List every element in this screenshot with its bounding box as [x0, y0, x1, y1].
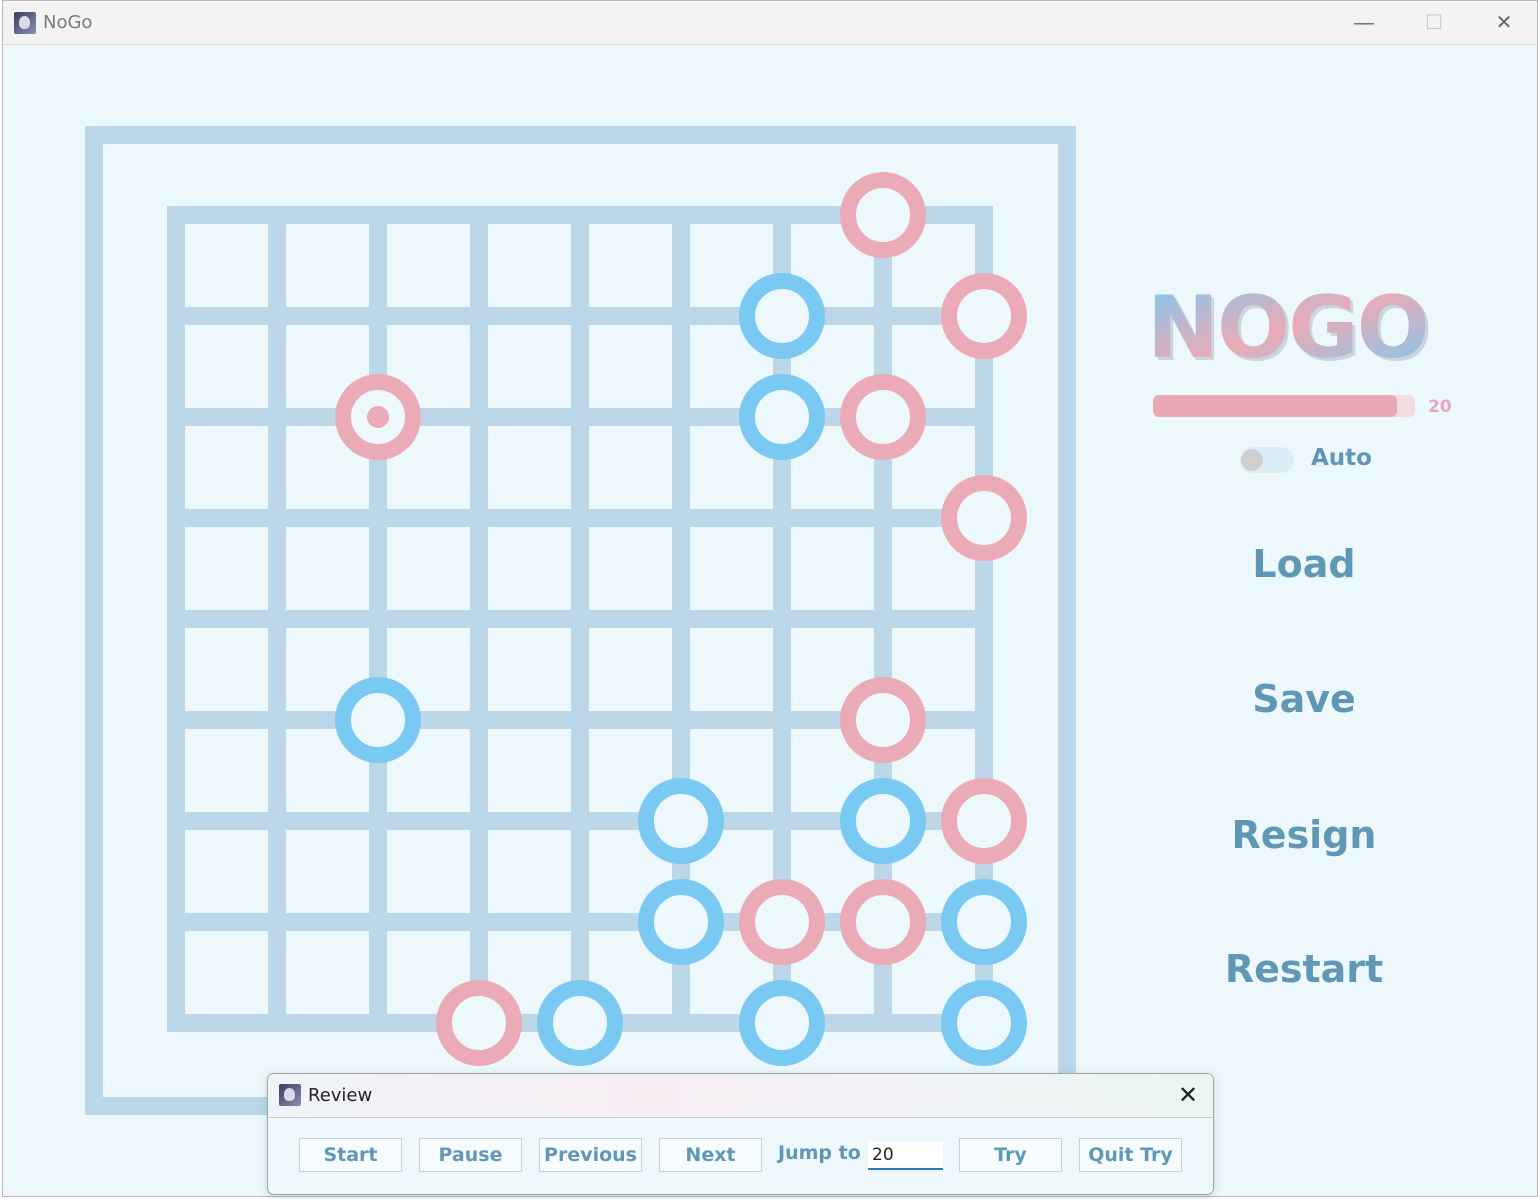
main-area: NOGO NOGO 20 Auto Load Save Resign Resta…: [3, 45, 1537, 1197]
pink-stone: [840, 879, 926, 965]
go-board[interactable]: [3, 45, 1103, 1145]
auto-toggle[interactable]: [1240, 447, 1294, 473]
restart-button[interactable]: Restart: [1183, 939, 1425, 999]
blue-stone: [840, 778, 926, 864]
pink-stone: [840, 374, 926, 460]
close-icon[interactable]: ✕: [1163, 1074, 1213, 1118]
review-dialog-title: Review: [308, 1085, 373, 1106]
review-dialog: Review ✕ Start Pause Previous Next Jump …: [267, 1073, 1214, 1195]
blue-stone: [638, 879, 724, 965]
try-button[interactable]: Try: [959, 1138, 1062, 1172]
app-window: NoGo — ☐ ✕ NOGO NOGO 20 Auto Load Save R…: [2, 0, 1538, 1197]
pink-stone: [739, 879, 825, 965]
auto-toggle-knob: [1241, 449, 1263, 471]
save-button[interactable]: Save: [1183, 669, 1425, 729]
blue-stone: [739, 374, 825, 460]
title-bar: NoGo — ☐ ✕: [3, 1, 1537, 45]
blue-stone: [941, 879, 1027, 965]
last-move-marker: [367, 406, 389, 428]
close-icon[interactable]: ✕: [1469, 1, 1539, 45]
nogo-logo: NOGO NOGO: [1147, 278, 1433, 377]
move-slider-fill: [1153, 395, 1397, 417]
resign-button[interactable]: Resign: [1183, 805, 1425, 865]
app-avatar-icon: [279, 1084, 301, 1106]
blue-stone: [941, 980, 1027, 1066]
pause-button[interactable]: Pause: [419, 1138, 522, 1172]
maximize-icon[interactable]: ☐: [1399, 1, 1469, 45]
pink-stone: [941, 475, 1027, 561]
app-avatar-icon: [14, 12, 36, 34]
move-slider-value: 20: [1428, 397, 1452, 417]
blue-stone: [335, 677, 421, 763]
blue-stone: [638, 778, 724, 864]
pink-stone: [941, 778, 1027, 864]
quit-try-button[interactable]: Quit Try: [1079, 1138, 1182, 1172]
jump-to-input[interactable]: [868, 1141, 943, 1170]
review-dialog-title-bar: Review ✕: [268, 1074, 1213, 1118]
logo-text: NOGO: [1147, 278, 1428, 377]
window-title: NoGo: [43, 12, 93, 33]
next-button[interactable]: Next: [659, 1138, 762, 1172]
start-button[interactable]: Start: [299, 1138, 402, 1172]
load-button[interactable]: Load: [1183, 534, 1425, 594]
pink-stone: [840, 677, 926, 763]
pink-stone: [840, 172, 926, 258]
auto-toggle-label: Auto: [1311, 445, 1372, 471]
previous-button[interactable]: Previous: [539, 1138, 642, 1172]
blue-stone: [739, 980, 825, 1066]
jump-to-label: Jump to: [778, 1142, 861, 1164]
pink-stone: [941, 273, 1027, 359]
minimize-icon[interactable]: —: [1329, 1, 1399, 45]
blue-stone: [537, 980, 623, 1066]
move-slider[interactable]: [1153, 395, 1415, 417]
blue-stone: [739, 273, 825, 359]
pink-stone: [436, 980, 522, 1066]
